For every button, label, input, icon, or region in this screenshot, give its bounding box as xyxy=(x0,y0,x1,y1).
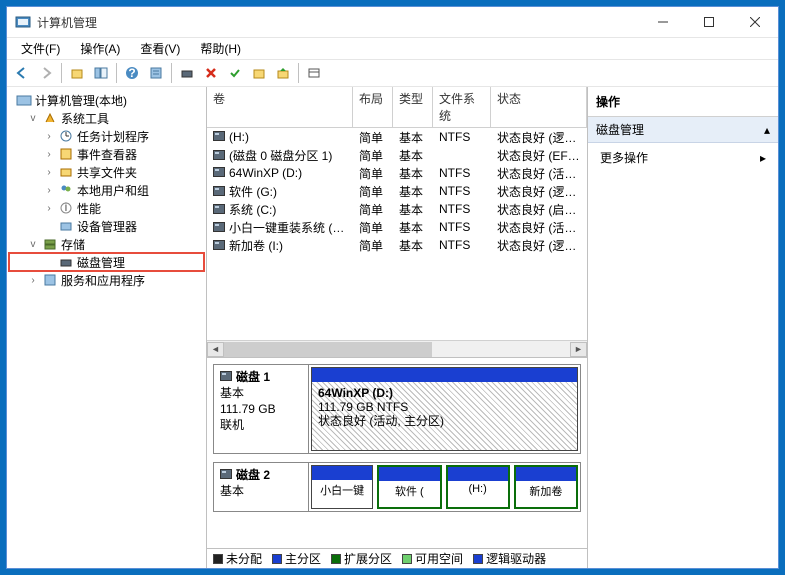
actions-pane: 操作 磁盘管理 ▴ 更多操作 ▸ xyxy=(588,87,778,568)
volume-row[interactable]: 系统 (C:)简单基本NTFS状态良好 (启动, 页 xyxy=(207,200,587,218)
nav-event-viewer[interactable]: ›事件查看器 xyxy=(9,145,204,163)
col-layout[interactable]: 布局 xyxy=(353,87,393,127)
volume-row[interactable]: 小白一键重装系统 (E:)简单基本NTFS状态良好 (活动, 主 xyxy=(207,218,587,236)
nav-device-manager[interactable]: 设备管理器 xyxy=(9,217,204,235)
list-settings-button[interactable] xyxy=(303,62,325,84)
disk-row-2[interactable]: 磁盘 2 基本 小白一键软件 ((H:)新加卷 xyxy=(213,462,581,512)
actions-more[interactable]: 更多操作 ▸ xyxy=(588,143,778,172)
disk-graphical-view[interactable]: 磁盘 1 基本 111.79 GB 联机 64WinXP (D:) 111.79… xyxy=(207,358,587,548)
up-button[interactable] xyxy=(66,62,88,84)
nav-shared-folders[interactable]: ›共享文件夹 xyxy=(9,163,204,181)
scroll-track[interactable] xyxy=(224,342,570,357)
scroll-left-button[interactable]: ◄ xyxy=(207,342,224,357)
actions-sub-diskmgmt[interactable]: 磁盘管理 ▴ xyxy=(588,117,778,143)
menubar: 文件(F) 操作(A) 查看(V) 帮助(H) xyxy=(7,37,778,59)
folder-up-button[interactable] xyxy=(272,62,294,84)
horizontal-scrollbar[interactable]: ◄ ► xyxy=(207,340,587,357)
partition[interactable]: (H:) xyxy=(446,465,510,509)
maximize-button[interactable] xyxy=(686,7,732,37)
volume-row[interactable]: (磁盘 0 磁盘分区 1)简单基本状态良好 (EFI 系统 xyxy=(207,146,587,164)
scroll-right-button[interactable]: ► xyxy=(570,342,587,357)
titlebar: 计算机管理 xyxy=(7,7,778,37)
nav-services-apps[interactable]: ›服务和应用程序 xyxy=(9,271,204,289)
svg-text:?: ? xyxy=(128,66,135,80)
minimize-button[interactable] xyxy=(640,7,686,37)
volume-row[interactable]: 新加卷 (I:)简单基本NTFS状态良好 (逻辑驱 xyxy=(207,236,587,254)
volume-row[interactable]: (H:)简单基本NTFS状态良好 (逻辑驱 xyxy=(207,128,587,146)
menu-action[interactable]: 操作(A) xyxy=(72,38,128,59)
legend-logical-swatch xyxy=(473,554,483,564)
nav-storage[interactable]: v存储 xyxy=(9,235,204,253)
nav-task-scheduler[interactable]: ›任务计划程序 xyxy=(9,127,204,145)
legend-primary-swatch xyxy=(272,554,282,564)
menu-view[interactable]: 查看(V) xyxy=(132,38,188,59)
center-pane: 卷 布局 类型 文件系统 状态 (H:)简单基本NTFS状态良好 (逻辑驱(磁盘… xyxy=(207,87,588,568)
volume-list-header: 卷 布局 类型 文件系统 状态 xyxy=(207,87,587,128)
close-button[interactable] xyxy=(732,7,778,37)
actions-header: 操作 xyxy=(588,87,778,117)
disk-row-1[interactable]: 磁盘 1 基本 111.79 GB 联机 64WinXP (D:) 111.79… xyxy=(213,364,581,454)
disk-icon xyxy=(220,469,232,479)
partition[interactable]: 新加卷 xyxy=(514,465,578,509)
volume-row[interactable]: 64WinXP (D:)简单基本NTFS状态良好 (活动, 主 xyxy=(207,164,587,182)
nav-local-users[interactable]: ›本地用户和组 xyxy=(9,181,204,199)
disk-icon xyxy=(220,371,232,381)
refresh-button[interactable] xyxy=(176,62,198,84)
submenu-arrow-icon: ▸ xyxy=(760,151,766,165)
window-title: 计算机管理 xyxy=(37,14,640,31)
volume-row[interactable]: 软件 (G:)简单基本NTFS状态良好 (逻辑驱 xyxy=(207,182,587,200)
col-filesystem[interactable]: 文件系统 xyxy=(433,87,491,127)
svg-text:i: i xyxy=(65,201,68,214)
nav-disk-management[interactable]: 磁盘管理 xyxy=(9,253,204,271)
delete-volume-button[interactable] xyxy=(200,62,222,84)
nav-performance[interactable]: ›i性能 xyxy=(9,199,204,217)
partition[interactable]: 软件 ( xyxy=(377,465,441,509)
partition-d[interactable]: 64WinXP (D:) 111.79 GB NTFS 状态良好 (活动, 主分… xyxy=(311,367,578,451)
back-button[interactable] xyxy=(11,62,33,84)
volume-list: 卷 布局 类型 文件系统 状态 (H:)简单基本NTFS状态良好 (逻辑驱(磁盘… xyxy=(207,87,587,358)
volume-rows[interactable]: (H:)简单基本NTFS状态良好 (逻辑驱(磁盘 0 磁盘分区 1)简单基本状态… xyxy=(207,128,587,340)
nav-root[interactable]: 计算机管理(本地) xyxy=(9,91,204,109)
legend-free-swatch xyxy=(402,554,412,564)
disk-2-info: 磁盘 2 基本 xyxy=(213,462,309,512)
folder-button[interactable] xyxy=(248,62,270,84)
scroll-thumb[interactable] xyxy=(224,342,432,357)
menu-file[interactable]: 文件(F) xyxy=(13,38,68,59)
disk-1-info: 磁盘 1 基本 111.79 GB 联机 xyxy=(213,364,309,454)
apply-button[interactable] xyxy=(224,62,246,84)
forward-button[interactable] xyxy=(35,62,57,84)
menu-help[interactable]: 帮助(H) xyxy=(192,38,249,59)
toolbar: ? xyxy=(7,59,778,87)
app-icon xyxy=(15,14,31,30)
legend: 未分配 主分区 扩展分区 可用空间 逻辑驱动器 xyxy=(207,548,587,568)
properties-button[interactable] xyxy=(145,62,167,84)
nav-system-tools[interactable]: v系统工具 xyxy=(9,109,204,127)
disk-1-map[interactable]: 64WinXP (D:) 111.79 GB NTFS 状态良好 (活动, 主分… xyxy=(309,364,581,454)
nav-tree[interactable]: 计算机管理(本地) v系统工具 ›任务计划程序 ›事件查看器 ›共享文件夹 ›本… xyxy=(7,87,207,568)
show-hide-tree-button[interactable] xyxy=(90,62,112,84)
col-status[interactable]: 状态 xyxy=(491,87,587,127)
help-button[interactable]: ? xyxy=(121,62,143,84)
col-type[interactable]: 类型 xyxy=(393,87,433,127)
col-volume[interactable]: 卷 xyxy=(207,87,353,127)
disk-2-map[interactable]: 小白一键软件 ((H:)新加卷 xyxy=(309,462,581,512)
legend-extended-swatch xyxy=(331,554,341,564)
collapse-arrow-icon: ▴ xyxy=(764,123,770,137)
app-window: 计算机管理 文件(F) 操作(A) 查看(V) 帮助(H) ? 计算机管理(本地… xyxy=(6,6,779,569)
partition[interactable]: 小白一键 xyxy=(311,465,373,509)
legend-unallocated-swatch xyxy=(213,554,223,564)
